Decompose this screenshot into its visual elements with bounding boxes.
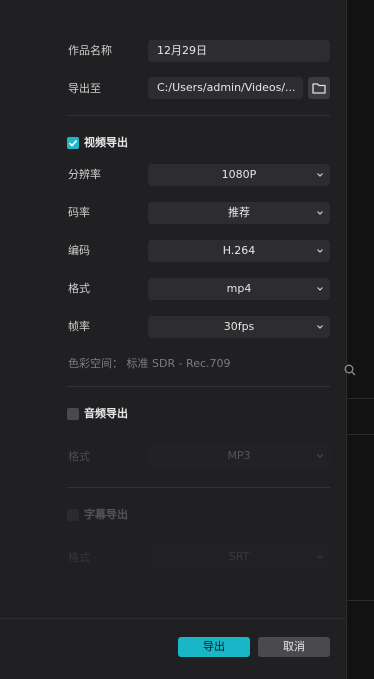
bitrate-select[interactable]: 推荐: [148, 202, 330, 224]
framerate-label: 帧率: [68, 320, 90, 333]
codec-label: 编码: [68, 244, 90, 257]
name-input[interactable]: 12月29日: [148, 40, 330, 62]
cancel-button[interactable]: 取消: [258, 637, 330, 657]
video-export-checkbox[interactable]: [67, 137, 79, 149]
chevron-down-icon: [317, 454, 323, 458]
export-path-value: C:/Users/admin/Videos/...: [157, 81, 296, 94]
format-value: mp4: [226, 282, 252, 295]
resolution-select[interactable]: 1080P: [148, 164, 330, 186]
name-value: 12月29日: [157, 44, 207, 57]
codec-select[interactable]: H.264: [148, 240, 330, 262]
background-editor-strip: [347, 0, 374, 679]
bitrate-label: 码率: [68, 206, 90, 219]
audio-export-checkbox[interactable]: [67, 408, 79, 420]
resolution-value: 1080P: [221, 168, 257, 181]
browse-folder-button[interactable]: [308, 77, 330, 99]
audio-format-select[interactable]: MP3: [148, 445, 330, 467]
audio-export-label: 音频导出: [84, 407, 128, 420]
color-space-note: 色彩空间： 标准 SDR - Rec.709: [68, 357, 231, 370]
export-button[interactable]: 导出: [178, 637, 250, 657]
subtitle-export-label: 字幕导出: [84, 508, 128, 521]
name-label: 作品名称: [68, 44, 112, 57]
framerate-value: 30fps: [223, 320, 255, 333]
chevron-down-icon: [317, 211, 323, 215]
resolution-label: 分辨率: [68, 168, 101, 181]
section-divider: [67, 115, 330, 116]
background-divider: [347, 600, 374, 601]
bitrate-value: 推荐: [228, 206, 250, 219]
section-divider: [67, 386, 330, 387]
subtitle-format-value: SRT: [228, 550, 250, 563]
chevron-down-icon: [317, 249, 323, 253]
background-divider: [347, 398, 374, 399]
export-path-input[interactable]: C:/Users/admin/Videos/...: [148, 77, 303, 99]
audio-format-label: 格式: [68, 450, 90, 463]
video-export-label: 视频导出: [84, 136, 128, 149]
export-path-label: 导出至: [68, 82, 101, 95]
format-label: 格式: [68, 282, 90, 295]
chevron-down-icon: [317, 325, 323, 329]
section-divider: [67, 487, 330, 488]
background-divider: [347, 434, 374, 435]
search-icon: [344, 364, 356, 376]
export-dialog: 作品名称 12月29日 导出至 C:/Users/admin/Videos/..…: [0, 0, 347, 679]
format-select[interactable]: mp4: [148, 278, 330, 300]
codec-value: H.264: [222, 244, 256, 257]
chevron-down-icon: [317, 173, 323, 177]
chevron-down-icon: [317, 287, 323, 291]
folder-icon: [312, 83, 326, 94]
subtitle-export-checkbox[interactable]: [67, 509, 79, 521]
chevron-down-icon: [317, 555, 323, 559]
footer-divider: [0, 618, 346, 619]
audio-format-value: MP3: [227, 449, 251, 462]
checkmark-icon: [68, 140, 78, 147]
subtitle-format-select[interactable]: SRT: [148, 546, 330, 568]
subtitle-format-label: 格式: [68, 551, 90, 564]
framerate-select[interactable]: 30fps: [148, 316, 330, 338]
